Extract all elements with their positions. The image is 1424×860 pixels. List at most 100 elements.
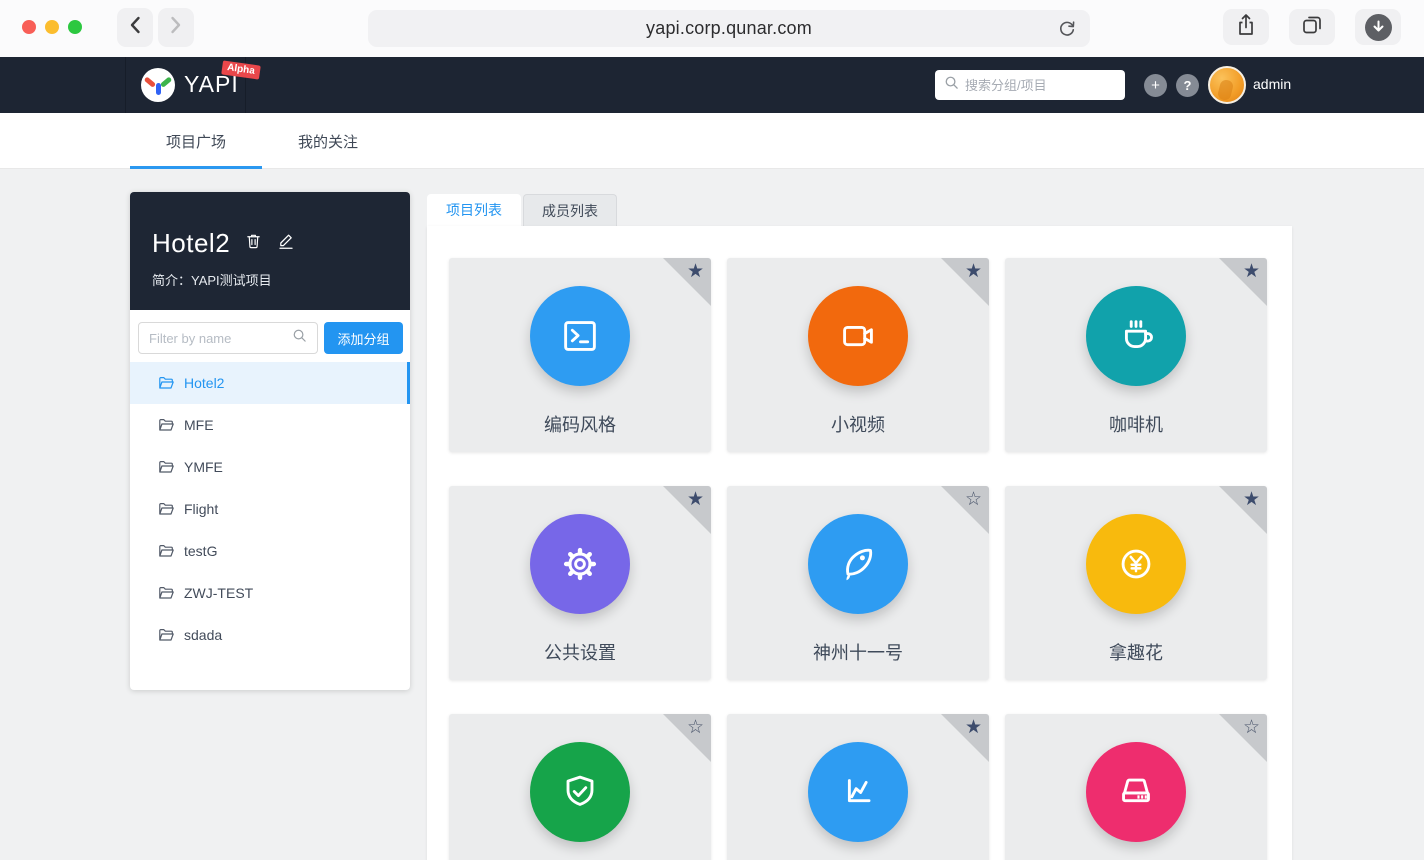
app-header: YAPI Alpha + ? admin bbox=[0, 57, 1424, 113]
star-filled-icon[interactable]: ★ bbox=[965, 718, 982, 737]
group-toolbar: 添加分组 bbox=[130, 310, 410, 362]
sidebar-group-item[interactable]: sdada bbox=[130, 614, 410, 656]
project-card[interactable]: ★ 公共设置 bbox=[449, 486, 711, 680]
project-grid: ★ 编码风格 ★ 小视频 ★ 咖啡机 ★ 公共设置 ☆ 神州十一号 ★拿趣花 ☆ ★ ☆ bbox=[427, 226, 1292, 860]
top-nav: 项目广场 我的关注 bbox=[0, 113, 1424, 169]
project-name: 神州十一号 bbox=[727, 639, 989, 665]
tab-project-plaza[interactable]: 项目广场 bbox=[130, 113, 262, 169]
group-description: 简介：YAPI测试项目 bbox=[152, 270, 388, 289]
group-name: ZWJ-TEST bbox=[184, 585, 253, 601]
folder-icon bbox=[158, 417, 174, 433]
group-name: MFE bbox=[184, 417, 214, 433]
project-name: 咖啡机 bbox=[1005, 411, 1267, 437]
add-group-button[interactable]: 添加分组 bbox=[324, 322, 403, 354]
project-card[interactable]: ☆ bbox=[449, 714, 711, 860]
share-icon bbox=[1236, 13, 1256, 42]
copy-tabs-icon bbox=[1301, 14, 1323, 41]
browser-chrome: yapi.corp.qunar.com bbox=[0, 0, 1424, 57]
group-name: testG bbox=[184, 543, 217, 559]
search-input[interactable] bbox=[965, 78, 1105, 93]
folder-icon bbox=[158, 543, 174, 559]
project-avatar bbox=[1086, 742, 1186, 842]
close-window-button[interactable] bbox=[22, 20, 36, 34]
window-controls bbox=[22, 20, 82, 34]
sidebar-group-item[interactable]: Flight bbox=[130, 488, 410, 530]
star-filled-icon[interactable]: ★ bbox=[1243, 490, 1260, 509]
hard-drive-icon bbox=[1113, 769, 1159, 815]
project-avatar bbox=[530, 514, 630, 614]
sidebar-group-item[interactable]: testG bbox=[130, 530, 410, 572]
project-card[interactable]: ★ 小视频 bbox=[727, 258, 989, 452]
zoom-window-button[interactable] bbox=[68, 20, 82, 34]
delete-group-icon[interactable] bbox=[245, 232, 262, 255]
star-outline-icon[interactable]: ☆ bbox=[1243, 718, 1260, 737]
project-avatar bbox=[808, 286, 908, 386]
help-button[interactable]: ? bbox=[1176, 74, 1199, 97]
project-name: 公共设置 bbox=[449, 639, 711, 665]
project-card[interactable]: ☆ bbox=[1005, 714, 1267, 860]
project-avatar bbox=[808, 742, 908, 842]
tab-my-follows[interactable]: 我的关注 bbox=[262, 113, 394, 169]
project-avatar bbox=[1086, 286, 1186, 386]
sidebar-group-item[interactable]: MFE bbox=[130, 404, 410, 446]
line-chart-icon bbox=[835, 769, 881, 815]
project-name: 编码风格 bbox=[449, 411, 711, 437]
project-card[interactable]: ★ 咖啡机 bbox=[1005, 258, 1267, 452]
group-name: YMFE bbox=[184, 459, 223, 475]
folder-icon bbox=[158, 627, 174, 643]
search-icon bbox=[944, 75, 959, 95]
logo-block[interactable]: YAPI Alpha bbox=[125, 57, 246, 113]
project-avatar bbox=[530, 742, 630, 842]
yen-icon bbox=[1113, 541, 1159, 587]
browser-forward-button[interactable] bbox=[158, 8, 194, 47]
project-card[interactable]: ★ 编码风格 bbox=[449, 258, 711, 452]
project-list-panel: ★ 编码风格 ★ 小视频 ★ 咖啡机 ★ 公共设置 ☆ 神州十一号 ★拿趣花 ☆ ★ ☆ bbox=[427, 226, 1292, 860]
sidebar-group-item[interactable]: Hotel2 bbox=[130, 362, 410, 404]
share-button[interactable] bbox=[1223, 9, 1269, 45]
terminal-icon bbox=[557, 313, 603, 359]
folder-icon bbox=[158, 375, 174, 391]
project-card[interactable]: ★拿趣花 bbox=[1005, 486, 1267, 680]
address-bar[interactable]: yapi.corp.qunar.com bbox=[368, 10, 1090, 47]
search-icon bbox=[292, 328, 307, 348]
sidebar-group-item[interactable]: YMFE bbox=[130, 446, 410, 488]
gear-icon bbox=[557, 541, 603, 587]
browser-back-button[interactable] bbox=[117, 8, 153, 47]
star-outline-icon[interactable]: ☆ bbox=[687, 718, 704, 737]
add-project-button[interactable]: + bbox=[1144, 74, 1167, 97]
download-icon bbox=[1365, 14, 1392, 41]
tab-overview-button[interactable] bbox=[1289, 9, 1335, 45]
shield-check-icon bbox=[557, 769, 603, 815]
edit-group-icon[interactable] bbox=[277, 232, 295, 255]
sidebar-group-item[interactable]: ZWJ-TEST bbox=[130, 572, 410, 614]
yapi-logo-icon bbox=[141, 68, 175, 102]
filter-field bbox=[138, 322, 318, 354]
group-name: sdada bbox=[184, 627, 222, 643]
group-name: Hotel2 bbox=[184, 375, 224, 391]
username[interactable]: admin bbox=[1253, 76, 1291, 92]
header-search-box[interactable] bbox=[935, 70, 1125, 100]
reload-icon[interactable] bbox=[1057, 18, 1077, 44]
minimize-window-button[interactable] bbox=[45, 20, 59, 34]
tab-member-list[interactable]: 成员列表 bbox=[523, 194, 617, 226]
folder-icon bbox=[158, 585, 174, 601]
video-camera-icon bbox=[835, 313, 881, 359]
project-name: 小视频 bbox=[727, 411, 989, 437]
main-tabs: 项目列表 成员列表 bbox=[427, 194, 617, 226]
project-avatar bbox=[530, 286, 630, 386]
downloads-button[interactable] bbox=[1355, 9, 1401, 45]
filter-input[interactable] bbox=[149, 331, 286, 346]
tab-project-list[interactable]: 项目列表 bbox=[427, 194, 521, 226]
project-card[interactable]: ☆ 神州十一号 bbox=[727, 486, 989, 680]
sidebar-group-list: Hotel2 MFE YMFE Flight testG ZWJ-TEST sdada bbox=[130, 362, 410, 656]
star-filled-icon[interactable]: ★ bbox=[1243, 262, 1260, 281]
star-filled-icon[interactable]: ★ bbox=[687, 262, 704, 281]
group-name: Flight bbox=[184, 501, 218, 517]
project-card[interactable]: ★ bbox=[727, 714, 989, 860]
star-outline-icon[interactable]: ☆ bbox=[965, 490, 982, 509]
user-avatar[interactable] bbox=[1208, 66, 1246, 104]
star-filled-icon[interactable]: ★ bbox=[687, 490, 704, 509]
coffee-icon bbox=[1113, 313, 1159, 359]
star-filled-icon[interactable]: ★ bbox=[965, 262, 982, 281]
folder-icon bbox=[158, 501, 174, 517]
